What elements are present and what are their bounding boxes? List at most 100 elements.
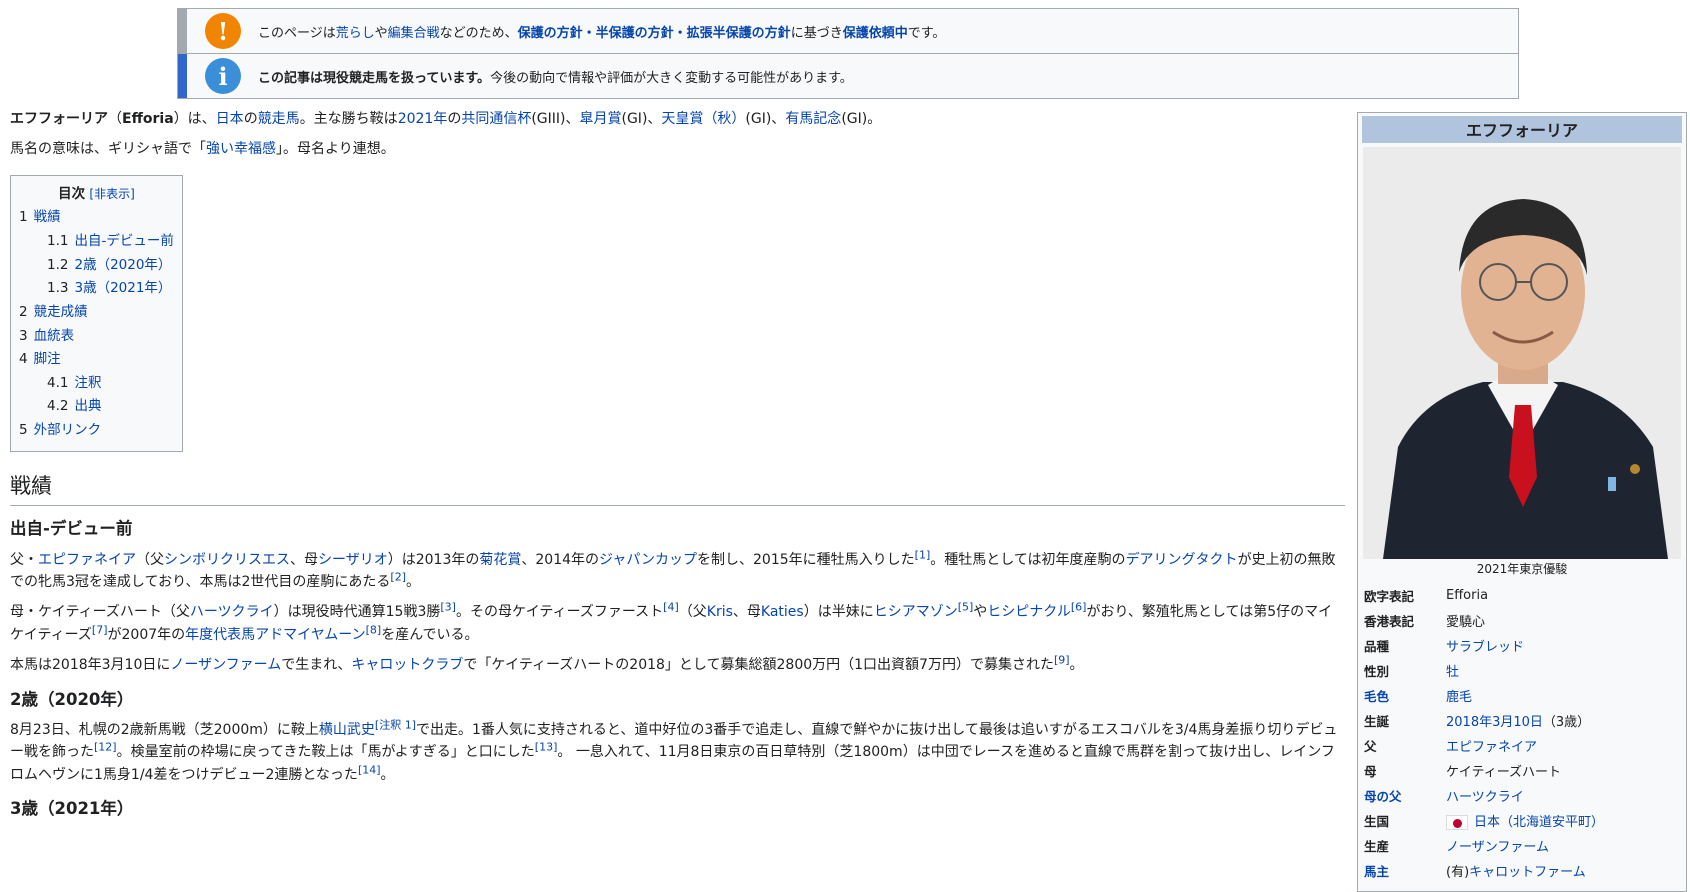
infobox-value[interactable]: 鹿毛 [1446, 690, 1472, 705]
toc-item[interactable]: 1 戦績 [19, 206, 174, 230]
infobox-value[interactable]: サラブレッド [1446, 640, 1524, 655]
toc-item[interactable]: 1.1 出自-デビュー前 [19, 230, 174, 254]
note-link[interactable]: [注釈 1] [375, 718, 416, 731]
toc-item[interactable]: 1.3 3歳（2021年） [19, 277, 174, 301]
reference-link[interactable]: [2] [390, 570, 406, 583]
text: ）は現役時代通算15戦3勝 [273, 604, 441, 621]
toc-link[interactable]: 4.1 注釈 [47, 375, 101, 391]
infobox-value[interactable]: ハーツクライ [1446, 790, 1524, 805]
reference-link[interactable]: [7] [92, 623, 108, 636]
vandalism-link[interactable]: 荒らし [336, 26, 375, 41]
infobox-value-cell: エピファネイア [1444, 733, 1682, 758]
reference-link[interactable]: [13] [535, 741, 558, 754]
subsection-heading-age3: 3歳（2021年） [10, 799, 134, 819]
infobox-value[interactable]: キャロットファーム [1469, 865, 1586, 880]
text: 」。母名より連想。 [276, 141, 395, 158]
link-northern-farm[interactable]: ノーザンファーム [170, 657, 281, 673]
infobox-value-cell: Efforia [1444, 583, 1682, 608]
infobox-value[interactable]: ノーザンファーム [1446, 840, 1549, 855]
text: 、母 [732, 604, 761, 621]
link-arima-kinen[interactable]: 有馬記念 [785, 111, 841, 127]
horse-photo[interactable] [1363, 147, 1681, 559]
reference-link[interactable]: [9] [1054, 654, 1070, 667]
link-admire-moon[interactable]: アドマイヤムーン [255, 627, 365, 643]
toc-item[interactable]: 1.2 2歳（2020年） [19, 254, 174, 278]
toc-title: 目次 [58, 185, 86, 202]
link-kris[interactable]: Kris [707, 604, 733, 620]
toc-item[interactable]: 2 競走成績 [19, 301, 174, 325]
infobox-row: 生産 ノーザンファーム [1362, 833, 1682, 858]
value-prefix: (有) [1446, 865, 1470, 880]
toc-hide-toggle[interactable]: [非表示] [89, 187, 134, 201]
link-symboli-kris-s[interactable]: シンボリクリスエス [164, 552, 290, 568]
text: 母・ケイティーズハート（父 [10, 604, 190, 621]
reference-link[interactable]: [6] [1071, 601, 1087, 614]
toc-link[interactable]: 1.3 3歳（2021年） [47, 280, 171, 296]
protection-policy-link[interactable]: 保護の方針・半保護の方針・拡張半保護の方針 [518, 26, 791, 41]
link-tenno-sho-autumn[interactable]: 天皇賞（秋） [661, 111, 745, 127]
infobox-value-cell: 牡 [1444, 658, 1682, 683]
toc-item[interactable]: 4.2 出典 [19, 395, 174, 419]
link-racehorse[interactable]: 競走馬 [258, 111, 300, 127]
link-kyodo-tsushin-hai[interactable]: 共同通信杯 [461, 111, 531, 127]
link-epiphaneia[interactable]: エピファネイア [38, 552, 136, 568]
toc-link[interactable]: 1.2 2歳（2020年） [47, 257, 171, 273]
toc-item[interactable]: 4 脚注 [19, 348, 174, 372]
toc-link[interactable]: 2 競走成績 [19, 304, 88, 320]
infobox-value-cell: ノーザンファーム [1444, 833, 1682, 858]
text: 。 [380, 766, 395, 783]
link-hishi-amazon[interactable]: ヒシアマゾン [874, 604, 958, 620]
infobox-row: 母 ケイティーズハート [1362, 758, 1682, 783]
text: 。 [406, 574, 421, 591]
toc-item[interactable]: 5 外部リンク [19, 419, 174, 443]
link-heart-s-cry[interactable]: ハーツクライ [190, 604, 274, 620]
reference-link[interactable]: [4] [663, 601, 679, 614]
toc-item[interactable]: 3 血統表 [19, 325, 174, 349]
reference-link[interactable]: [5] [958, 601, 974, 614]
protection-notice-text: このページは荒らしや編集合戦などのため、保護の方針・半保護の方針・拡張半保護の方… [258, 22, 945, 41]
toc-list: 1 戦績 1.1 出自-デビュー前 1.2 2歳（2020年） 1.3 3歳（2021年） 2 競… [19, 206, 174, 442]
infobox-value[interactable]: エピファネイア [1446, 740, 1537, 755]
notice-text: このページは [258, 26, 336, 41]
link-hishi-pinnacle[interactable]: ヒシピナクル [987, 604, 1071, 620]
reference-link[interactable]: [3] [440, 601, 456, 614]
protection-request-link[interactable]: 保護依頼中 [843, 26, 908, 41]
link-carrot-club[interactable]: キャロットクラブ [351, 657, 463, 673]
infobox-label[interactable]: 馬主 [1362, 858, 1444, 883]
toc-item[interactable]: 4.1 注釈 [19, 372, 174, 396]
link-japan-cup[interactable]: ジャパンカップ [599, 552, 697, 568]
infobox-label: 品種 [1364, 639, 1390, 654]
infobox-value-cell: 2018年3月10日（3歳） [1444, 708, 1682, 733]
infobox-label[interactable]: 母の父 [1362, 783, 1444, 808]
toc-link[interactable]: 1 戦績 [19, 209, 61, 225]
toc-link[interactable]: 3 血統表 [19, 328, 74, 344]
toc-link[interactable]: 4.2 出典 [47, 398, 101, 414]
link-satsuki-sho[interactable]: 皐月賞 [580, 111, 622, 127]
infobox-value[interactable]: 2018年3月10日 [1446, 715, 1543, 730]
toc-link[interactable]: 4 脚注 [19, 351, 61, 367]
link-kikuka-sho[interactable]: 菊花賞 [479, 552, 521, 568]
link-2021[interactable]: 2021年 [398, 111, 448, 127]
link-japan[interactable]: 日本 [216, 111, 244, 127]
toc-link[interactable]: 1.1 出自-デビュー前 [47, 233, 174, 249]
edit-war-link[interactable]: 編集合戦 [388, 26, 440, 41]
toc-link[interactable]: 5 外部リンク [19, 422, 101, 438]
reference-link[interactable]: [1] [915, 548, 931, 561]
infobox-row: 毛色 鹿毛 [1362, 683, 1682, 708]
link-cesario[interactable]: シーザリオ [318, 552, 388, 568]
link-daring-tact[interactable]: デアリングタクト [1126, 552, 1238, 568]
link-katies[interactable]: Katies [761, 604, 804, 620]
infobox-value: Efforia [1446, 588, 1489, 603]
infobox-value[interactable]: 日本（北海道安平町） [1474, 815, 1604, 830]
infobox-value[interactable]: 牡 [1446, 665, 1459, 680]
text: (GI)。 [841, 111, 882, 127]
text: や [973, 604, 988, 621]
link-horse-of-the-year[interactable]: 年度代表馬 [185, 627, 255, 643]
link-takeshi-yokoyama[interactable]: 横山武史 [319, 722, 375, 738]
infobox-label: 父 [1364, 739, 1377, 754]
infobox-label[interactable]: 毛色 [1362, 683, 1444, 708]
link-strong-happiness[interactable]: 強い幸福感 [206, 141, 276, 157]
reference-link[interactable]: [12] [94, 741, 117, 754]
reference-link[interactable]: [14] [358, 763, 381, 776]
reference-link[interactable]: [8] [366, 623, 382, 636]
